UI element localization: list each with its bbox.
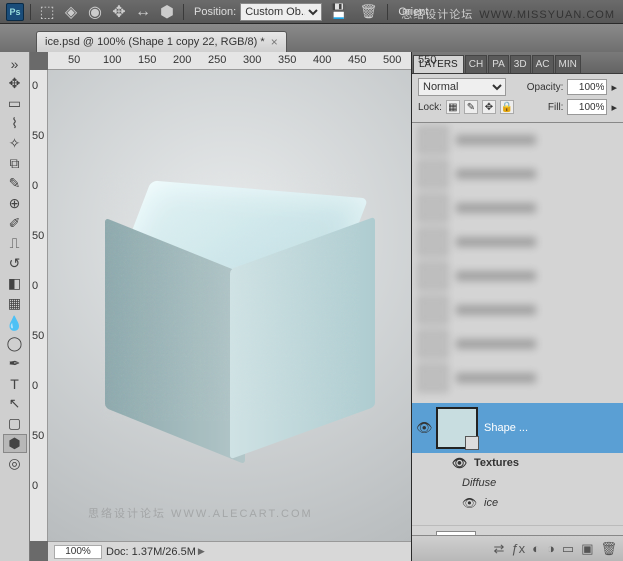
canvas-watermark: 思络设计论坛 WWW.ALECART.COM [88,505,313,521]
pen-tool[interactable]: ✒ [3,354,27,373]
position-label: Position: [194,6,236,18]
shape-tool[interactable]: ▢ [3,414,27,433]
opacity-input[interactable] [567,79,607,95]
status-menu-icon[interactable]: ▶ [198,546,205,557]
close-icon[interactable]: × [271,35,278,49]
gradient-tool[interactable]: ▦ [3,294,27,313]
lock-all-icon[interactable]: 🔒 [500,100,514,114]
layers-footer: ⇄ ƒx ◐ ◑ ▭ ▣ 🗑 [412,535,623,561]
opacity-arrow-icon[interactable]: ▸ [611,81,617,94]
adjustment-icon[interactable]: ◑ [547,541,555,556]
panel-tabs: LAYERS CH PA 3D AC MIN [412,52,623,74]
3d-rotate-icon[interactable]: ◈ [61,2,81,22]
visibility-icon[interactable]: 👁 [452,456,466,470]
separator [387,4,388,20]
3d-slide-icon[interactable]: ↔ [133,2,153,22]
canvas[interactable]: 思络设计论坛 WWW.ALECART.COM [48,70,411,541]
expand-icon[interactable]: » [3,54,27,73]
link-layers-icon[interactable]: ⇄ [494,541,505,557]
tab-actions[interactable]: AC [532,55,554,73]
layer-thumbnail[interactable] [436,407,478,449]
ice-texture-row[interactable]: 👁ice [412,493,623,513]
fill-arrow-icon[interactable]: ▸ [611,101,617,114]
new-layer-icon[interactable]: ▣ [581,541,593,557]
tab-paths[interactable]: PA [488,55,509,73]
ruler-horizontal: 50100150200250300350400450500550 [48,52,411,70]
type-tool[interactable]: T [3,374,27,393]
trash-icon[interactable]: 🗑 [356,3,382,20]
layer-sublist: 👁Textures Diffuse 👁ice [412,453,623,513]
folder-icon[interactable]: ▭ [562,541,574,557]
canvas-area: 50100150200250300350400450500550 0500500… [30,52,411,561]
visibility-icon[interactable]: 👁 [416,420,430,436]
document-title: ice.psd @ 100% (Shape 1 copy 22, RGB/8) … [45,36,265,48]
history-brush-tool[interactable]: ↺ [3,254,27,273]
marquee-tool[interactable]: ▭ [3,94,27,113]
lock-label: Lock: [418,102,442,113]
dodge-tool[interactable]: ◯ [3,334,27,353]
3d-object-icon[interactable]: ⬚ [37,2,57,22]
doc-size: Doc: 1.37M/26.5M [106,546,196,558]
lock-transparency-icon[interactable]: ▦ [446,100,460,114]
lasso-tool[interactable]: ⌇ [3,114,27,133]
layer-thumbnail[interactable] [436,531,476,536]
3d-roll-icon[interactable]: ◉ [85,2,105,22]
path-tool[interactable]: ↖ [3,394,27,413]
layer-options: Normal Opacity: ▸ Lock: ▦ ✎ ✥ 🔒 Fill: ▸ [412,74,623,123]
brush-tool[interactable]: ✐ [3,214,27,233]
fill-input[interactable] [567,99,607,115]
layer-row-background[interactable]: 👁 Background copy fx ▾ [412,525,623,535]
ice-cube-render [100,171,360,421]
layers-list[interactable]: 👁 Shape ... 👁Textures Diffuse 👁ice 👁 Bac… [412,123,623,535]
blend-mode-select[interactable]: Normal [418,78,506,96]
watermark: 思络设计论坛WWW.MISSYUAN.COM [401,6,615,22]
crop-tool[interactable]: ⧉ [3,154,27,173]
lock-pixels-icon[interactable]: ✎ [464,100,478,114]
document-tab[interactable]: ice.psd @ 100% (Shape 1 copy 22, RGB/8) … [36,31,287,52]
zoom-input[interactable] [54,545,102,559]
wand-tool[interactable]: ✧ [3,134,27,153]
diffuse-row[interactable]: Diffuse [412,473,623,493]
layer-row-selected[interactable]: 👁 Shape ... [412,403,623,453]
opacity-label: Opacity: [527,82,564,93]
save-icon[interactable]: 💾 [326,3,351,20]
separator [30,4,31,20]
blur-tool[interactable]: 💧 [3,314,27,333]
healing-tool[interactable]: ⊕ [3,194,27,213]
textures-row[interactable]: 👁Textures [412,453,623,473]
app-icon: Ps [6,3,24,21]
lock-position-icon[interactable]: ✥ [482,100,496,114]
mask-icon[interactable]: ◐ [532,541,540,556]
3d-scale-icon[interactable]: ⬢ [157,2,177,22]
visibility-icon[interactable]: 👁 [462,496,476,510]
panels: LAYERS CH PA 3D AC MIN Normal Opacity: ▸… [411,52,623,561]
eraser-tool[interactable]: ◧ [3,274,27,293]
eyedropper-tool[interactable]: ✎ [3,174,27,193]
ruler-vertical: 0500500500500 [30,70,48,541]
status-bar: Doc: 1.37M/26.5M ▶ [48,541,411,561]
document-tab-bar: ice.psd @ 100% (Shape 1 copy 22, RGB/8) … [0,24,623,52]
tab-mini[interactable]: MIN [555,55,581,73]
separator [183,4,184,20]
3d-tool[interactable]: ⬢ [3,434,27,453]
3d-pan-icon[interactable]: ✥ [109,2,129,22]
move-tool[interactable]: ✥ [3,74,27,93]
tab-3d[interactable]: 3D [510,55,531,73]
position-select[interactable]: Custom Ob... [240,3,322,21]
tab-channels[interactable]: CH [465,55,487,73]
delete-icon[interactable]: 🗑 [600,541,617,557]
fx-icon[interactable]: ƒx [511,541,525,556]
layer-name: Shape ... [484,422,619,434]
3d-camera-tool[interactable]: ◎ [3,454,27,473]
stamp-tool[interactable]: ⎍ [3,234,27,253]
fill-label: Fill: [548,102,564,113]
toolbox: » ✥ ▭ ⌇ ✧ ⧉ ✎ ⊕ ✐ ⎍ ↺ ◧ ▦ 💧 ◯ ✒ T ↖ ▢ ⬢ … [0,52,30,561]
